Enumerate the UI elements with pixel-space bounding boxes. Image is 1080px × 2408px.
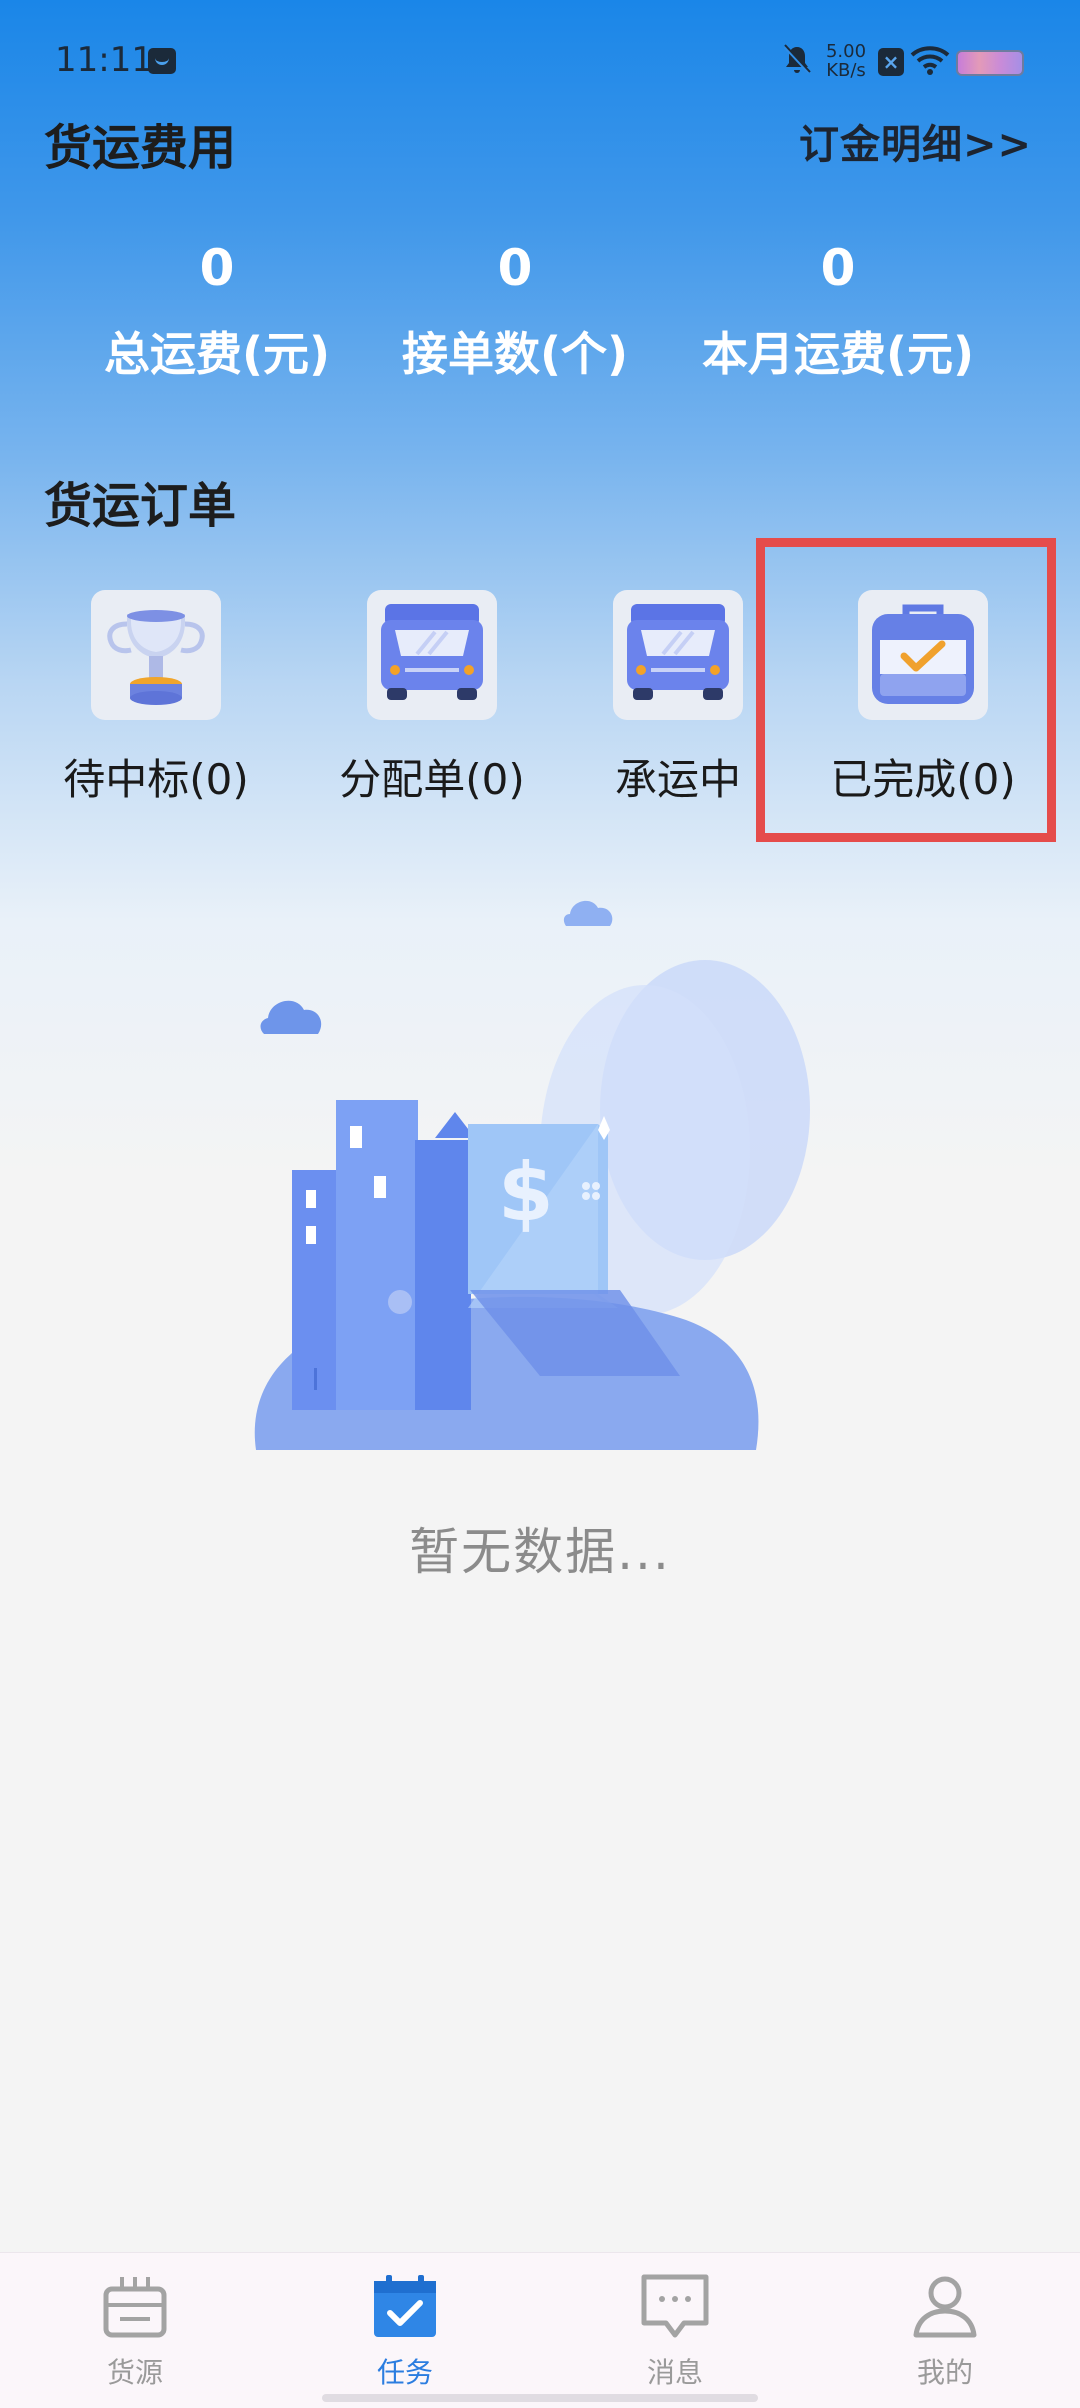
order-tab-label: 分配单(0) — [339, 755, 525, 804]
stat-value: 0 — [497, 239, 533, 297]
nav-label: 任务 — [376, 2356, 433, 2389]
stat-value: 0 — [199, 239, 235, 297]
bottom-nav: 货源 任务 消息 我的 — [0, 2252, 1080, 2408]
calendar-check-icon — [374, 2275, 436, 2337]
highlight-box — [756, 538, 1056, 842]
bell-mute-icon — [783, 44, 811, 75]
nav-item-cargo-source[interactable]: 货源 — [35, 2271, 235, 2391]
wifi-icon — [910, 46, 950, 75]
network-speed: 5.00 KB/s — [820, 42, 872, 80]
battery-icon — [956, 50, 1024, 76]
stat-label: 本月运费(元) — [701, 327, 975, 381]
truck-icon — [367, 590, 497, 720]
status-bar: 11:11 5.00 KB/s × — [0, 0, 1080, 120]
order-tab-pending-bid[interactable]: 待中标(0) — [31, 590, 281, 807]
nav-item-task[interactable]: 任务 — [305, 2271, 505, 2391]
nav-item-message[interactable]: 消息 — [575, 2271, 775, 2391]
message-icon — [641, 2274, 709, 2338]
stat-label: 接单数(个) — [401, 327, 629, 381]
nav-label: 货源 — [106, 2356, 163, 2389]
close-badge-icon: × — [878, 48, 904, 76]
stat-value: 0 — [820, 239, 856, 297]
stat-total-freight[interactable]: 0 总运费(元) — [52, 238, 382, 384]
network-speed-value: 5.00 — [825, 41, 867, 62]
stat-month-freight[interactable]: 0 本月运费(元) — [673, 238, 1003, 384]
home-indicator[interactable] — [322, 2394, 758, 2402]
order-tab-assigned[interactable]: 分配单(0) — [307, 590, 557, 807]
cargo-box-icon — [103, 2277, 167, 2338]
nav-item-mine[interactable]: 我的 — [845, 2271, 1045, 2391]
status-time: 11:11 — [55, 40, 153, 80]
network-speed-unit: KB/s — [826, 60, 866, 81]
user-icon — [913, 2276, 977, 2338]
stat-order-count[interactable]: 0 接单数(个) — [350, 238, 680, 384]
stat-label: 总运费(元) — [103, 327, 331, 381]
nav-label: 消息 — [646, 2356, 703, 2389]
empty-state-text: 暂无数据... — [409, 1523, 671, 1581]
order-tab-label: 待中标(0) — [63, 755, 249, 804]
mail-icon — [148, 48, 176, 74]
trophy-icon — [91, 590, 221, 720]
deposit-detail-link[interactable]: 订金明细>> — [799, 112, 1032, 170]
empty-state-illustration: $ — [254, 900, 810, 1450]
truck-icon — [613, 590, 743, 720]
svg-text:$: $ — [498, 1146, 554, 1239]
freight-order-title: 货运订单 — [44, 478, 237, 534]
nav-label: 我的 — [916, 2356, 973, 2389]
freight-fee-title: 货运费用 — [44, 120, 237, 176]
